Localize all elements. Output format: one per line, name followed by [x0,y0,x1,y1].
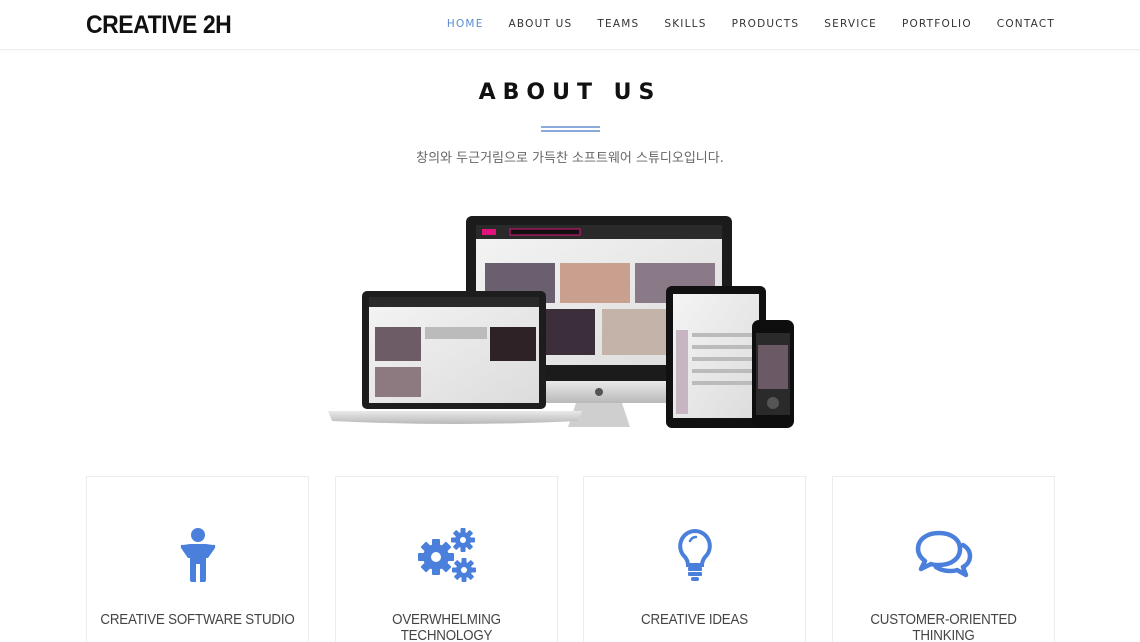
feature-card-ideas: CREATIVE IDEAS [583,476,806,642]
chat-bubbles-icon [833,525,1054,585]
site-logo[interactable]: CREATIVE 2H [86,11,232,40]
feature-card-customer: CUSTOMER-ORIENTED THINKING [832,476,1055,642]
nav-contact[interactable]: CONTACT [997,18,1055,30]
title-divider [541,126,600,132]
feature-card-studio: CREATIVE SOFTWARE STUDIO [86,476,309,642]
gears-icon [336,525,557,585]
feature-label: CREATIVE IDEAS [641,612,748,628]
feature-card-technology: OVERWHELMING TECHNOLOGY [335,476,558,642]
nav-portfolio[interactable]: PORTFOLIO [902,18,972,30]
section-title: ABOUT US [478,80,662,105]
nav-skills[interactable]: SKILLS [664,18,706,30]
nav-service[interactable]: SERVICE [824,18,877,30]
nav-about-us[interactable]: ABOUT US [509,18,573,30]
feature-label: CUSTOMER-ORIENTED THINKING [870,612,1017,642]
feature-label: OVERWHELMING TECHNOLOGY [392,612,501,642]
main-nav: HOME ABOUT US TEAMS SKILLS PRODUCTS SERV… [422,18,1055,30]
site-header: CREATIVE 2H HOME ABOUT US TEAMS SKILLS P… [0,0,1140,50]
person-icon [87,525,308,585]
nav-products[interactable]: PRODUCTS [732,18,800,30]
nav-home[interactable]: HOME [447,18,484,30]
nav-teams[interactable]: TEAMS [597,18,639,30]
section-subtitle: 창의와 두근거림으로 가득찬 소프트웨어 스튜디오입니다. [416,151,724,166]
feature-label: CREATIVE SOFTWARE STUDIO [100,612,295,628]
devices-illustration [328,216,794,428]
lightbulb-icon [584,525,805,585]
